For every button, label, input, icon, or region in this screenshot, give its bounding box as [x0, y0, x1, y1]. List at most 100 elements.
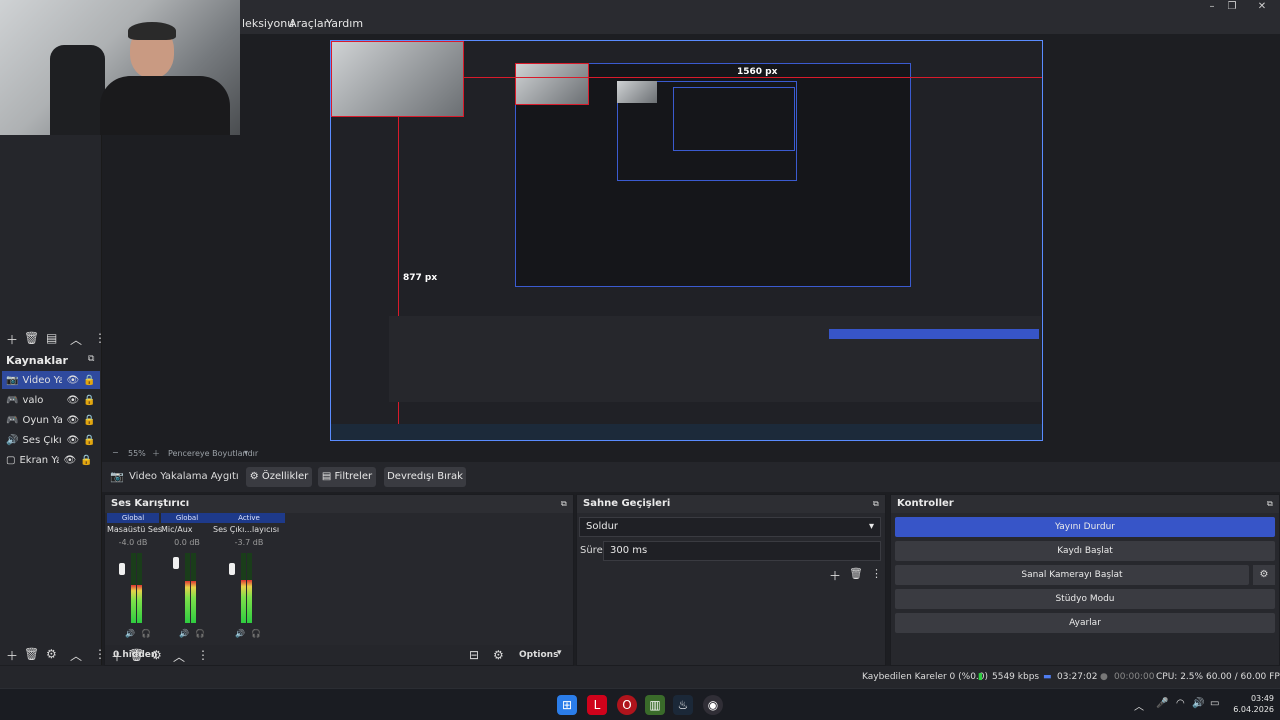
source-label: Oyun Yak [22, 414, 63, 426]
eye-icon[interactable]: 👁 [66, 435, 79, 446]
lock-icon[interactable]: 🔒 [80, 455, 92, 466]
menu-item-collection[interactable]: leksiyonu [242, 17, 294, 30]
zoom-percent: 55% [128, 449, 146, 458]
windows-start-icon[interactable]: ⊞ [557, 695, 577, 715]
add-icon[interactable]: ＋ [6, 331, 18, 348]
source-item-screen-capture[interactable]: ▢ Ekran Yak 👁 🔒 [2, 451, 100, 469]
source-item-audio-output[interactable]: 🔊 Ses Çıkış Y 👁 🔒 [2, 431, 100, 449]
channel-name[interactable]: Masaüstü Ses [107, 525, 162, 534]
source-item-game-capture[interactable]: 🎮 Oyun Yak 👁 🔒 [2, 411, 100, 429]
duration-label: Süre [580, 545, 603, 556]
wifi-icon[interactable]: ◠ [1176, 698, 1185, 709]
settings-button[interactable]: Ayarlar [895, 613, 1275, 633]
studio-mode-button[interactable]: Stüdyo Modu [895, 589, 1275, 609]
dock-float-icon[interactable]: ⧉ [88, 354, 94, 364]
maximize-button[interactable]: ❐ [1222, 0, 1242, 14]
source-label: Ses Çıkış Y [22, 434, 62, 446]
trash-icon[interactable]: 🗑 [24, 331, 39, 345]
dock-float-icon[interactable]: ⧉ [1267, 499, 1273, 509]
minimize-button[interactable]: – [1202, 0, 1222, 14]
eye-icon[interactable]: 👁 [66, 375, 79, 386]
remove-source-icon[interactable]: 🗑 [24, 647, 39, 661]
gear-icon[interactable]: ⚙ [493, 648, 504, 662]
program-canvas[interactable]: 1560 px 877 px [330, 40, 1043, 441]
chevron-down-icon[interactable]: ▾ [244, 448, 248, 457]
obs-icon[interactable]: ◉ [703, 695, 723, 715]
zoom-out-icon[interactable]: − [112, 448, 119, 457]
start-virtual-camera-button[interactable]: Sanal Kamerayı Başlat [895, 565, 1249, 585]
volume-slider[interactable] [119, 563, 125, 575]
filters-button[interactable]: ▤ Filtreler [318, 467, 376, 487]
speaker-icon[interactable]: 🔊 [235, 629, 245, 638]
deactivate-button[interactable]: Devredışı Bırak [384, 467, 466, 487]
lock-icon[interactable]: 🔒 [83, 375, 95, 386]
camera-icon: 📷 [6, 374, 19, 386]
system-clock[interactable]: 03:49 6.04.2026 [1230, 693, 1274, 715]
chevron-up-icon[interactable]: ︿ [70, 331, 82, 348]
microphone-icon[interactable]: 🎤 [1156, 698, 1168, 709]
add-source-icon[interactable]: ＋ [6, 647, 18, 664]
move-up-icon[interactable]: ︿ [70, 647, 82, 664]
level-meter [131, 553, 136, 623]
dock-float-icon[interactable]: ⧉ [561, 499, 567, 509]
duration-input[interactable]: 300 ms [603, 541, 881, 561]
headphones-icon[interactable]: 🎧 [141, 629, 151, 638]
webcam-feed [0, 0, 240, 135]
close-button[interactable]: ✕ [1252, 0, 1272, 14]
lock-icon[interactable]: 🔒 [83, 415, 95, 426]
trash-icon[interactable]: 🗑 [849, 567, 863, 580]
gear-icon[interactable]: ⚙ [1253, 565, 1275, 585]
nested-webcam-2 [617, 81, 657, 103]
menu-item-tools[interactable]: Araçlar [289, 17, 328, 30]
filter-icon[interactable]: ▤ [46, 331, 57, 345]
more-icon[interactable]: ⋮ [94, 331, 106, 345]
eye-icon[interactable]: 👁 [66, 395, 79, 406]
gaming-chair [50, 45, 105, 135]
more-icon[interactable]: ⋮ [871, 567, 882, 580]
opera-icon[interactable]: O [617, 695, 637, 715]
duration-value: 300 ms [610, 545, 648, 556]
battery-icon[interactable]: ▭ [1210, 698, 1219, 709]
dock-float-icon[interactable]: ⧉ [873, 499, 879, 509]
eye-icon[interactable]: 👁 [63, 455, 76, 466]
speaker-icon[interactable]: 🔊 [125, 629, 135, 638]
speaker-icon[interactable]: 🔊 [179, 629, 189, 638]
chevron-up-icon[interactable]: ︿ [173, 648, 185, 665]
channel-name[interactable]: Ses Çıkı...layıcısı [213, 525, 285, 534]
add-icon[interactable]: ＋ [829, 567, 841, 584]
volume-slider[interactable] [173, 557, 179, 569]
stop-streaming-button[interactable]: Yayını Durdur [895, 517, 1275, 537]
options-button[interactable]: Options [519, 650, 558, 660]
gamepad-icon: 🎮 [6, 394, 19, 406]
gear-icon[interactable]: ⚙ [46, 647, 57, 661]
lock-icon[interactable]: 🔒 [83, 395, 95, 406]
volume-slider[interactable] [229, 563, 235, 575]
chevron-down-icon[interactable]: ▾ [557, 648, 562, 658]
book-app-icon[interactable]: ▥ [645, 695, 665, 715]
lock-icon[interactable]: 🔒 [83, 435, 95, 446]
app-l-icon[interactable]: L [587, 695, 607, 715]
context-source-name: Video Yakalama Aygıtı [129, 471, 239, 482]
sources-dock: ＋ 🗑 ▤ ︿ ⋮ Kaynaklar ⧉ 📷 Video Yak 👁🔒 🎮 v… [0, 135, 106, 665]
source-item-valo[interactable]: 🎮 valo 👁 🔒 [2, 391, 100, 409]
selected-webcam-source[interactable] [331, 41, 464, 117]
source-item-video[interactable]: 📷 Video Yak 👁 🔒 [2, 371, 100, 389]
more-icon[interactable]: ⋮ [197, 648, 209, 662]
headphones-icon[interactable]: 🎧 [251, 629, 261, 638]
properties-button[interactable]: ⚙ Özellikler [246, 467, 312, 487]
transition-select[interactable]: Soldur ▾ [579, 517, 881, 537]
layout-icon[interactable]: ⊟ [469, 648, 479, 662]
zoom-in-icon[interactable]: ＋ [152, 448, 160, 459]
menu-item-help[interactable]: Yardım [326, 17, 363, 30]
channel-name[interactable]: Mic/Aux [161, 525, 213, 534]
eye-icon[interactable]: 👁 [66, 415, 79, 426]
chevron-up-icon[interactable]: ︿ [1134, 698, 1144, 713]
chevron-down-icon: ▾ [868, 521, 874, 532]
volume-icon[interactable]: 🔊 [1192, 698, 1204, 709]
width-measure-label: 1560 px [737, 67, 778, 77]
height-measure-label: 877 px [403, 273, 438, 283]
start-recording-button[interactable]: Kaydı Başlat [895, 541, 1275, 561]
headphones-icon[interactable]: 🎧 [195, 629, 205, 638]
nested-taskbar [331, 424, 1042, 440]
steam-icon[interactable]: ♨ [673, 695, 693, 715]
